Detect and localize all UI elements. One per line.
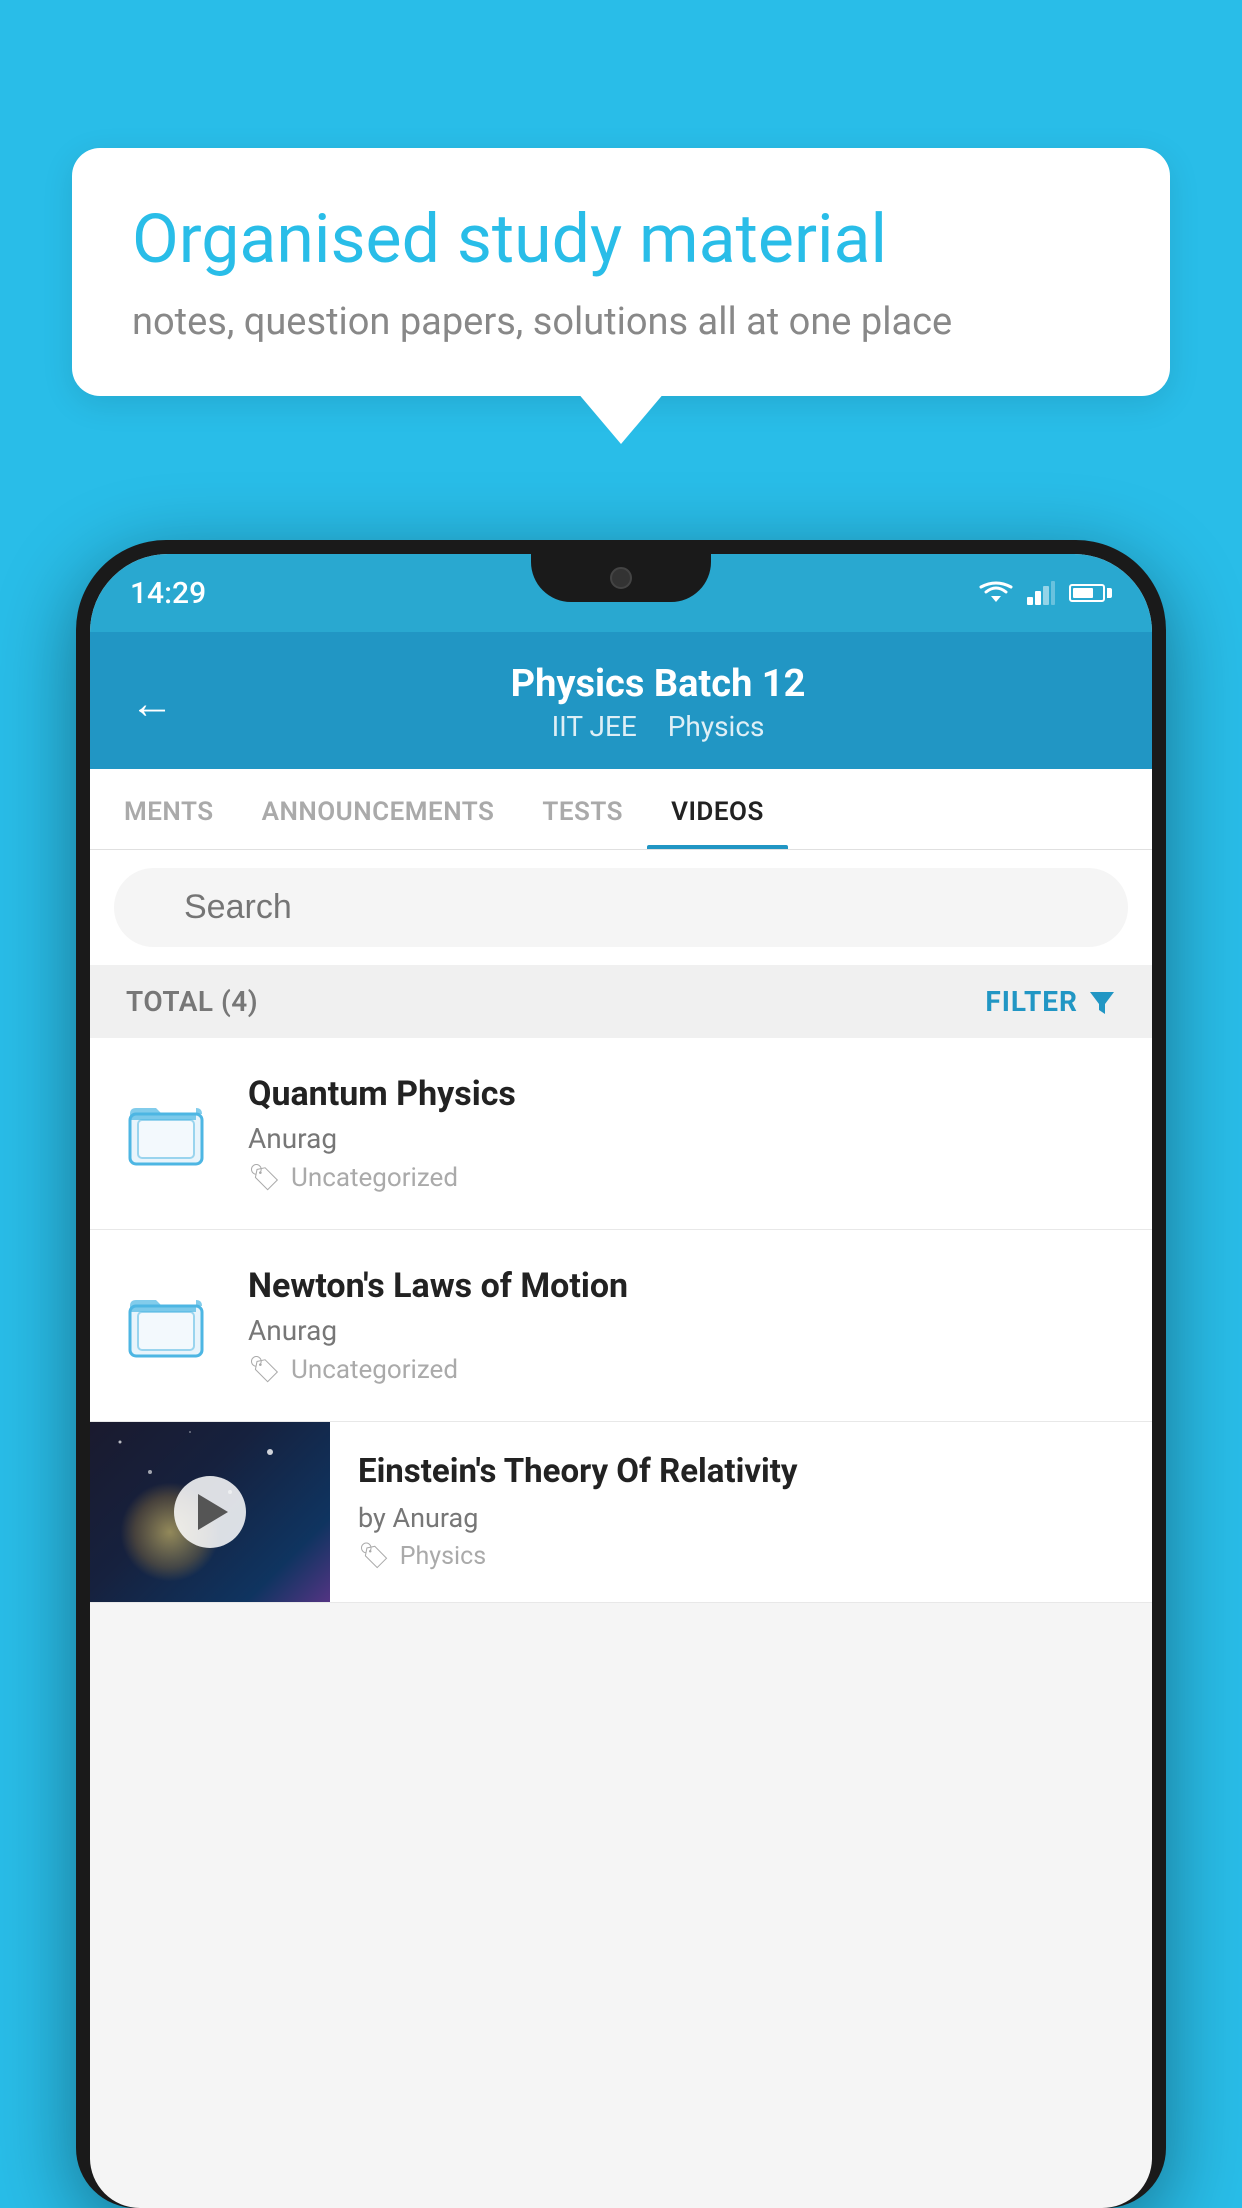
header-sub-tags: IIT JEE Physics: [204, 710, 1112, 743]
folder-icon: [126, 1092, 216, 1176]
filter-button[interactable]: FILTER: [985, 985, 1116, 1018]
app-header: ← Physics Batch 12 IIT JEE Physics: [90, 632, 1152, 769]
signal-icon: [1027, 581, 1055, 605]
tag-label: Uncategorized: [291, 1163, 458, 1193]
search-input[interactable]: [114, 868, 1128, 947]
list-item[interactable]: Newton's Laws of Motion Anurag 🏷 Uncateg…: [90, 1230, 1152, 1422]
list-text-group: Quantum Physics Anurag 🏷 Uncategorized: [248, 1074, 1116, 1193]
thumb-text-group: Einstein's Theory Of Relativity by Anura…: [330, 1422, 1152, 1601]
notch: [531, 554, 711, 602]
thumb-item-tag: 🏷 Physics: [358, 1542, 1124, 1571]
total-label: TOTAL (4): [126, 985, 258, 1018]
list-item-title: Newton's Laws of Motion: [248, 1266, 1116, 1306]
filter-label: FILTER: [985, 985, 1078, 1018]
list-item-tag: 🏷 Uncategorized: [248, 1355, 1116, 1385]
status-bar: 14:29: [90, 554, 1152, 632]
list-item-title: Quantum Physics: [248, 1074, 1116, 1114]
tag-label: Physics: [400, 1542, 486, 1571]
status-time: 14:29: [130, 576, 206, 611]
list-text-group: Newton's Laws of Motion Anurag 🏷 Uncateg…: [248, 1266, 1116, 1385]
video-thumbnail: [90, 1422, 330, 1602]
back-button[interactable]: ←: [130, 677, 174, 729]
header-main-title: Physics Batch 12: [204, 662, 1112, 706]
thumb-item-author: by Anurag: [358, 1502, 1124, 1534]
list-item[interactable]: Quantum Physics Anurag 🏷 Uncategorized: [90, 1038, 1152, 1230]
header-tag2: Physics: [668, 710, 765, 743]
list-container: Quantum Physics Anurag 🏷 Uncategorized: [90, 1038, 1152, 1603]
search-bar-wrap: [90, 850, 1152, 965]
camera-dot: [610, 567, 632, 589]
thumb-item-title: Einstein's Theory Of Relativity: [358, 1452, 1124, 1492]
speech-bubble-subtitle: notes, question papers, solutions all at…: [132, 300, 1110, 344]
search-bar-container: [114, 868, 1128, 947]
phone-screen: 14:29: [90, 554, 1152, 2208]
filter-funnel-icon: [1088, 988, 1116, 1016]
list-item-author: Anurag: [248, 1122, 1116, 1155]
header-tag1: IIT JEE: [552, 710, 637, 743]
status-icons: [979, 580, 1112, 606]
tag-icon: 🏷: [248, 1355, 281, 1385]
list-item-author: Anurag: [248, 1314, 1116, 1347]
tag-label: Uncategorized: [291, 1355, 458, 1385]
play-triangle-icon: [198, 1494, 228, 1530]
speech-bubble: Organised study material notes, question…: [72, 148, 1170, 396]
wifi-icon: [979, 580, 1013, 606]
filter-bar: TOTAL (4) FILTER: [90, 965, 1152, 1038]
tag-icon: 🏷: [358, 1542, 390, 1571]
tab-tests[interactable]: TESTS: [518, 769, 647, 849]
phone-frame: 14:29: [76, 540, 1166, 2208]
tabs-bar: MENTS ANNOUNCEMENTS TESTS VIDEOS: [90, 769, 1152, 850]
tab-ments[interactable]: MENTS: [100, 769, 238, 849]
list-item-tag: 🏷 Uncategorized: [248, 1163, 1116, 1193]
folder-icon: [126, 1284, 216, 1368]
header-title-group: Physics Batch 12 IIT JEE Physics: [204, 662, 1112, 743]
tab-announcements[interactable]: ANNOUNCEMENTS: [238, 769, 519, 849]
tab-videos[interactable]: VIDEOS: [647, 769, 788, 849]
battery-icon: [1069, 584, 1112, 602]
play-button[interactable]: [174, 1476, 246, 1548]
speech-bubble-title: Organised study material: [132, 200, 1110, 278]
tag-icon: 🏷: [248, 1163, 281, 1193]
list-item-thumb[interactable]: Einstein's Theory Of Relativity by Anura…: [90, 1422, 1152, 1603]
